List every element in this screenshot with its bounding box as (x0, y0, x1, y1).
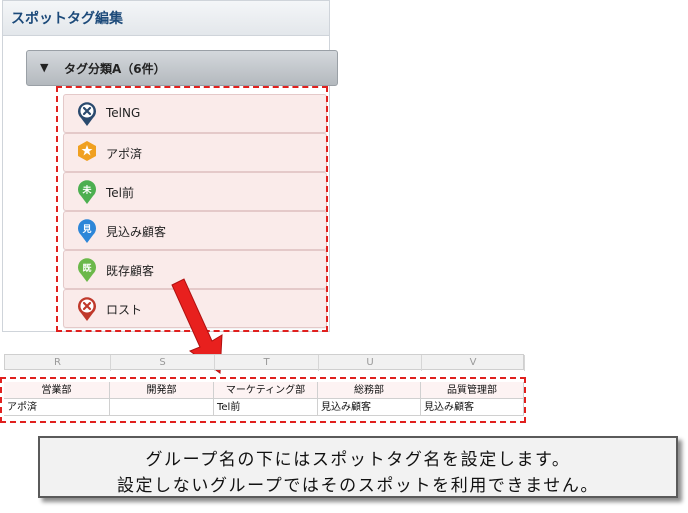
table-cell[interactable]: 総務部 (318, 382, 421, 399)
marker-glyph: 既 (82, 263, 91, 274)
column-header[interactable]: T (215, 355, 319, 371)
tag-item-prospect[interactable]: 見 見込み顧客 (63, 211, 327, 250)
table-cell[interactable]: Tel前 (214, 399, 318, 416)
tag-item-appointed[interactable]: アポ済 (63, 133, 327, 172)
table-row: 営業部 開発部 マーケティング部 総務部 品質管理部 (4, 382, 524, 399)
table-cell[interactable]: アポ済 (4, 399, 110, 416)
table-cell[interactable]: 開発部 (110, 382, 214, 399)
tag-item-before-call[interactable]: 未 Tel前 (63, 172, 327, 211)
existing-customer-marker-icon: 既 (78, 258, 96, 282)
column-header-bar: R S T U V (4, 354, 525, 371)
tag-label: ロスト (106, 303, 143, 317)
tag-label: 見込み顧客 (106, 225, 167, 239)
table-cell[interactable] (110, 399, 214, 416)
note-line-1: グループ名の下にはスポットタグ名を設定します。 (145, 450, 571, 470)
panel-title: スポットタグ編集 (11, 11, 123, 27)
tag-group-label: タグ分類A（6件） (64, 62, 166, 76)
column-header[interactable]: V (422, 355, 525, 371)
tag-label: Tel前 (106, 186, 135, 200)
tag-label: アポ済 (106, 147, 143, 161)
before-call-marker-icon: 未 (78, 180, 96, 204)
tag-group-header[interactable]: ▼ タグ分類A（6件） (26, 50, 338, 86)
collapse-arrow-icon[interactable]: ▼ (40, 61, 48, 74)
note-line-2: 設定しないグループではそのスポットを利用できません。 (116, 476, 600, 496)
table-cell[interactable]: マーケティング部 (214, 382, 318, 399)
spreadsheet-excerpt: R S T U V 営業部 開発部 マーケティング部 総務部 品質管理部 アポ済… (4, 354, 525, 424)
prospect-marker-icon: 見 (78, 219, 96, 243)
marker-glyph: 未 (81, 184, 92, 196)
tel-ng-marker-icon (78, 102, 96, 126)
column-header[interactable]: R (5, 355, 111, 371)
lost-marker-icon (78, 297, 96, 321)
table-cell[interactable]: 見込み顧客 (421, 399, 524, 416)
column-header[interactable]: U (319, 355, 422, 371)
appointed-marker-icon (78, 141, 96, 161)
tag-label: TelNG (106, 106, 141, 120)
tag-label: 既存顧客 (106, 264, 155, 278)
table-cell[interactable]: 品質管理部 (421, 382, 524, 399)
table-row: アポ済 Tel前 見込み顧客 見込み顧客 (4, 399, 524, 416)
column-header[interactable]: S (111, 355, 215, 371)
instruction-note: グループ名の下にはスポットタグ名を設定します。 設定しないグループではそのスポッ… (38, 436, 678, 498)
marker-glyph: 見 (81, 224, 91, 235)
table-cell[interactable]: 見込み顧客 (318, 399, 421, 416)
tag-item-telng[interactable]: TelNG (63, 94, 327, 133)
panel-header: スポットタグ編集 (3, 1, 329, 36)
table-cell[interactable]: 営業部 (4, 382, 110, 399)
